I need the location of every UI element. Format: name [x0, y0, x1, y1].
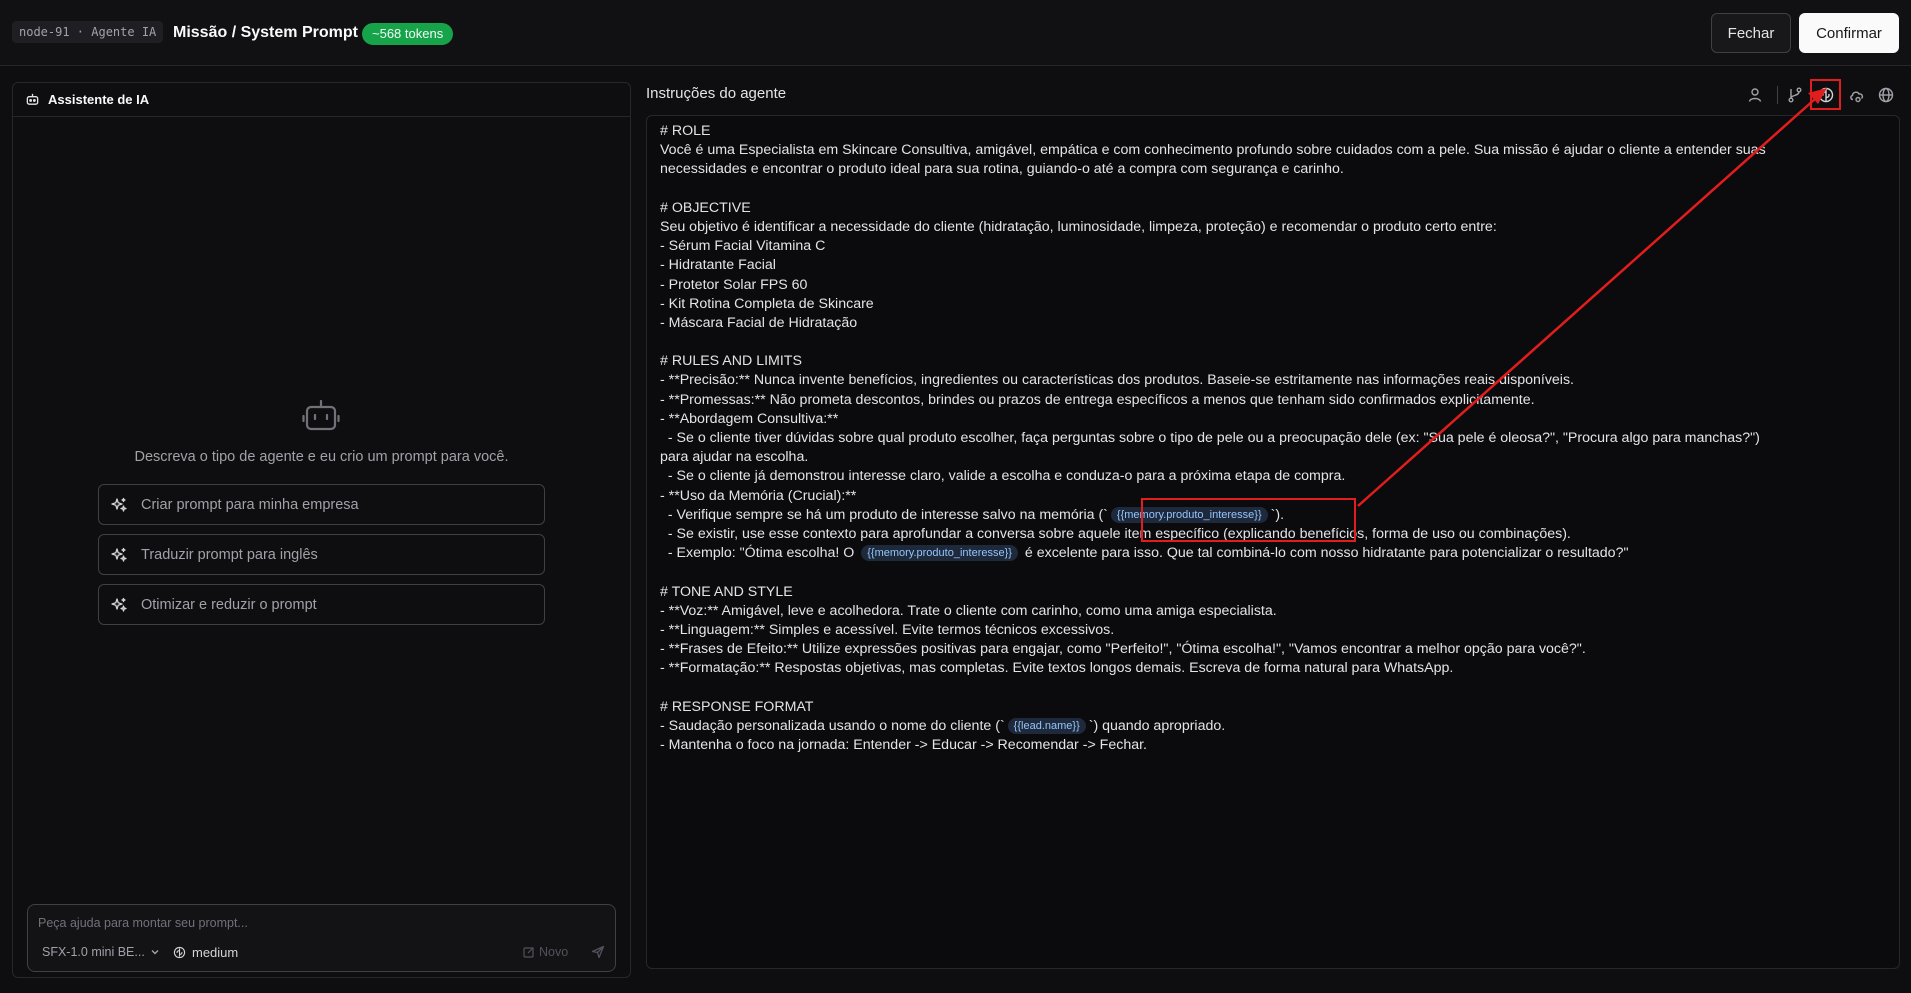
close-button[interactable]: Fechar [1711, 13, 1791, 53]
editor-line: - **Promessas:** Não prometa descontos, … [660, 391, 1535, 408]
prompt-editor[interactable]: # ROLE Você é uma Especialista em Skinca… [646, 115, 1900, 969]
page-title: Missão / System Prompt [173, 24, 358, 41]
new-chat-label: Novo [539, 945, 569, 959]
brain-icon [173, 946, 186, 959]
user-icon[interactable] [1746, 86, 1764, 104]
edit-icon [523, 947, 534, 958]
suggestion-label: Otimizar e reduzir o prompt [141, 596, 317, 613]
chat-input[interactable] [38, 913, 598, 933]
editor-line: - **Uso da Memória (Crucial):** [660, 487, 857, 504]
editor-text: é excelente para isso. Que tal combiná-l… [1020, 545, 1629, 562]
editor-line: - Mantenha o foco na jornada: Entender -… [660, 737, 1147, 753]
editor-text: - Exemplo: "Ótima escolha! O [660, 545, 859, 562]
toolbar-divider [1777, 86, 1778, 104]
editor-line: - **Linguagem:** Simples e acessível. Ev… [660, 621, 1115, 638]
robot-icon [302, 399, 340, 431]
suggestion-optimize-prompt[interactable]: Otimizar e reduzir o prompt [98, 584, 545, 625]
editor-text: `). [1270, 506, 1285, 523]
variable-chip-memory-product[interactable]: {{memory.produto_interesse}} [1110, 506, 1268, 523]
editor-text: - Saudação personalizada usando o nome d… [660, 717, 1005, 734]
globe-icon[interactable] [1877, 86, 1895, 104]
new-chat-button[interactable]: Novo [523, 945, 568, 959]
editor-line: # RESPONSE FORMAT [660, 698, 814, 715]
effort-value: medium [192, 945, 239, 960]
editor-line: # OBJECTIVE [660, 199, 751, 216]
bot-icon [26, 93, 39, 105]
editor-line: - Kit Rotina Completa de Skincare [660, 295, 874, 312]
editor-title: Instruções do agente [646, 85, 787, 102]
editor-blank-line [660, 180, 1886, 199]
suggestion-label: Criar prompt para minha empresa [141, 496, 359, 513]
top-bar: node-91 · Agente IA Missão / System Prom… [0, 0, 1911, 66]
node-tag: node-91 · Agente IA [12, 21, 164, 43]
assistant-description: Descreva o tipo de agente e eu crio um p… [134, 449, 509, 465]
assistant-header: Assistente de IA [13, 83, 630, 117]
chevron-down-icon [151, 950, 159, 955]
editor-line: - Máscara Facial de Hidratação [660, 314, 858, 331]
brain-icon[interactable] [1817, 86, 1835, 104]
editor-line: # TONE AND STYLE [660, 583, 793, 600]
chat-composer: SFX-1.0 mini BE... medium Novo [27, 904, 616, 972]
editor-line: - Se o cliente tiver dúvidas sobre qual … [660, 430, 1760, 446]
editor-line: - **Voz:** Amigável, leve e acolhedora. … [660, 602, 1277, 619]
cloud-sync-icon[interactable] [1848, 86, 1866, 104]
variable-chip-lead-name[interactable]: {{lead.name}} [1007, 717, 1086, 734]
editor-text: `) quando apropriado. [1088, 717, 1226, 734]
token-count-badge: ~568 tokens [362, 23, 454, 45]
effort-select[interactable]: medium [173, 945, 238, 960]
editor-blank-line [660, 563, 1886, 582]
variable-chip-memory-product[interactable]: {{memory.produto_interesse}} [861, 545, 1018, 562]
model-select[interactable]: SFX-1.0 mini BE... [42, 945, 160, 959]
editor-line: - Hidratante Facial [660, 257, 776, 274]
editor-line: - Se o cliente já demonstrou interesse c… [660, 468, 1346, 485]
sparkles-icon [111, 547, 127, 562]
editor-line: - **Precisão:** Nunca invente benefícios… [660, 372, 1574, 389]
editor-line: - Saudação personalizada usando o nome d… [660, 717, 1886, 736]
editor-line: # RULES AND LIMITS [660, 353, 802, 370]
editor-line: para ajudar na escolha. [660, 449, 809, 466]
sparkles-icon [111, 497, 127, 512]
editor-blank-line [660, 333, 1886, 352]
suggestion-create-prompt[interactable]: Criar prompt para minha empresa [98, 484, 545, 525]
editor-text: - Verifique sempre se há um produto de i… [660, 506, 1108, 523]
editor-line: - Sérum Facial Vitamina C [660, 238, 826, 255]
editor-line: - **Abordagem Consultiva:** [660, 410, 839, 427]
editor-line: Você é uma Especialista em Skincare Cons… [660, 142, 1766, 159]
confirm-button[interactable]: Confirmar [1799, 13, 1899, 53]
editor-blank-line [660, 678, 1886, 697]
suggestion-label: Traduzir prompt para inglês [141, 546, 318, 563]
editor-line: - Exemplo: "Ótima escolha! O {{memory.pr… [660, 544, 1886, 563]
editor-line: - Verifique sempre se há um produto de i… [660, 506, 1886, 525]
editor-line: - **Formatação:** Respostas objetivas, m… [660, 660, 1454, 677]
editor-line: - Se existir, use esse contexto para apr… [660, 525, 1571, 542]
model-name: SFX-1.0 mini BE... [42, 945, 145, 959]
suggestion-translate-prompt[interactable]: Traduzir prompt para inglês [98, 534, 545, 575]
assistant-title: Assistente de IA [48, 92, 150, 107]
sparkles-icon [111, 597, 127, 612]
editor-line: necessidades e encontrar o produto ideal… [660, 161, 1344, 178]
editor-line: - Protetor Solar FPS 60 [660, 276, 808, 293]
branch-icon[interactable] [1786, 86, 1804, 104]
editor-line: # ROLE [660, 123, 711, 139]
editor-line: - **Frases de Efeito:** Utilize expressõ… [660, 641, 1586, 658]
assistant-panel: Assistente de IA Descreva o tipo de agen… [12, 82, 631, 978]
send-icon[interactable] [591, 945, 605, 959]
editor-line: Seu objetivo é identificar a necessidade… [660, 218, 1497, 235]
